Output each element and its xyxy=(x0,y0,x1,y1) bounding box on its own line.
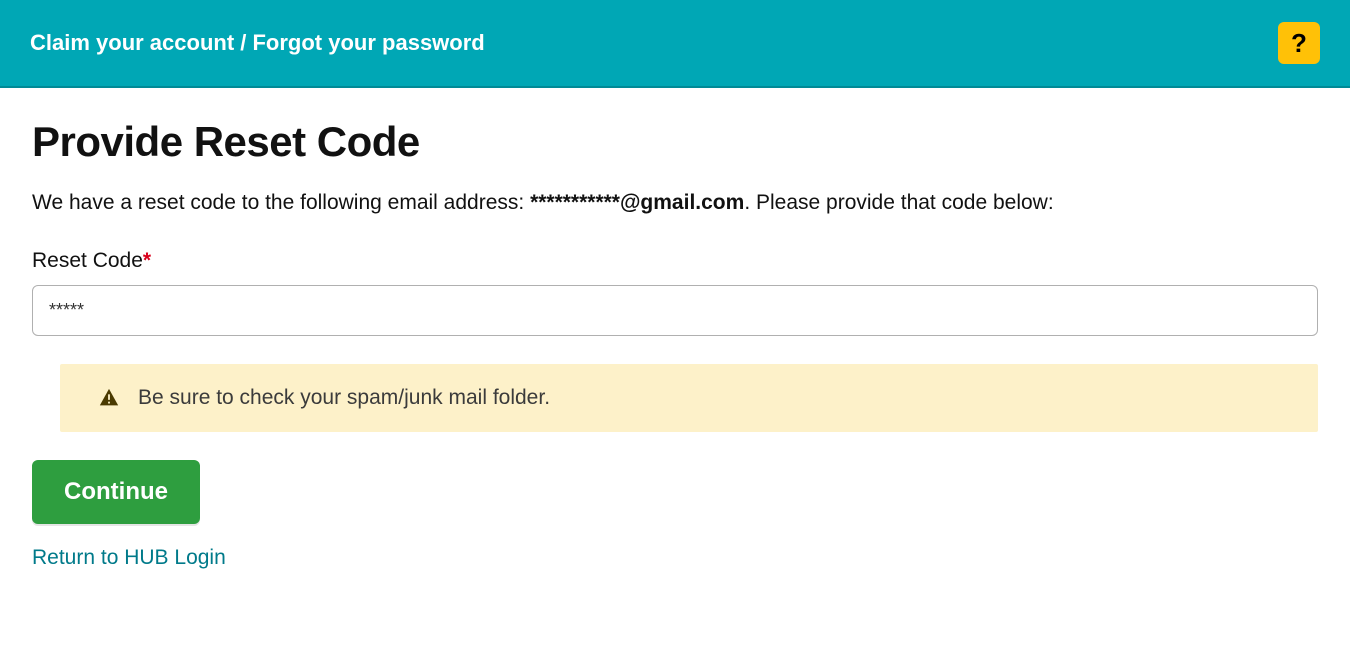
masked-email: ***********@gmail.com xyxy=(530,191,744,214)
instruction-text: We have a reset code to the following em… xyxy=(32,188,1318,217)
return-to-login-link[interactable]: Return to HUB Login xyxy=(32,546,226,570)
main-content: Provide Reset Code We have a reset code … xyxy=(0,88,1350,600)
header-bar: Claim your account / Forgot your passwor… xyxy=(0,0,1350,88)
warning-icon xyxy=(98,387,120,409)
reset-code-input[interactable] xyxy=(32,285,1318,336)
instruction-prefix: We have a reset code to the following em… xyxy=(32,191,530,214)
continue-button[interactable]: Continue xyxy=(32,460,200,524)
alert-text: Be sure to check your spam/junk mail fol… xyxy=(138,386,550,410)
field-label-text: Reset Code xyxy=(32,249,143,272)
reset-code-label: Reset Code* xyxy=(32,249,1318,273)
instruction-suffix: . Please provide that code below: xyxy=(744,191,1053,214)
page-title: Provide Reset Code xyxy=(32,118,1318,166)
alert-box: Be sure to check your spam/junk mail fol… xyxy=(60,364,1318,432)
help-button[interactable]: ? xyxy=(1278,22,1320,64)
header-title: Claim your account / Forgot your passwor… xyxy=(30,30,485,56)
help-icon: ? xyxy=(1291,28,1307,59)
required-asterisk: * xyxy=(143,249,151,272)
